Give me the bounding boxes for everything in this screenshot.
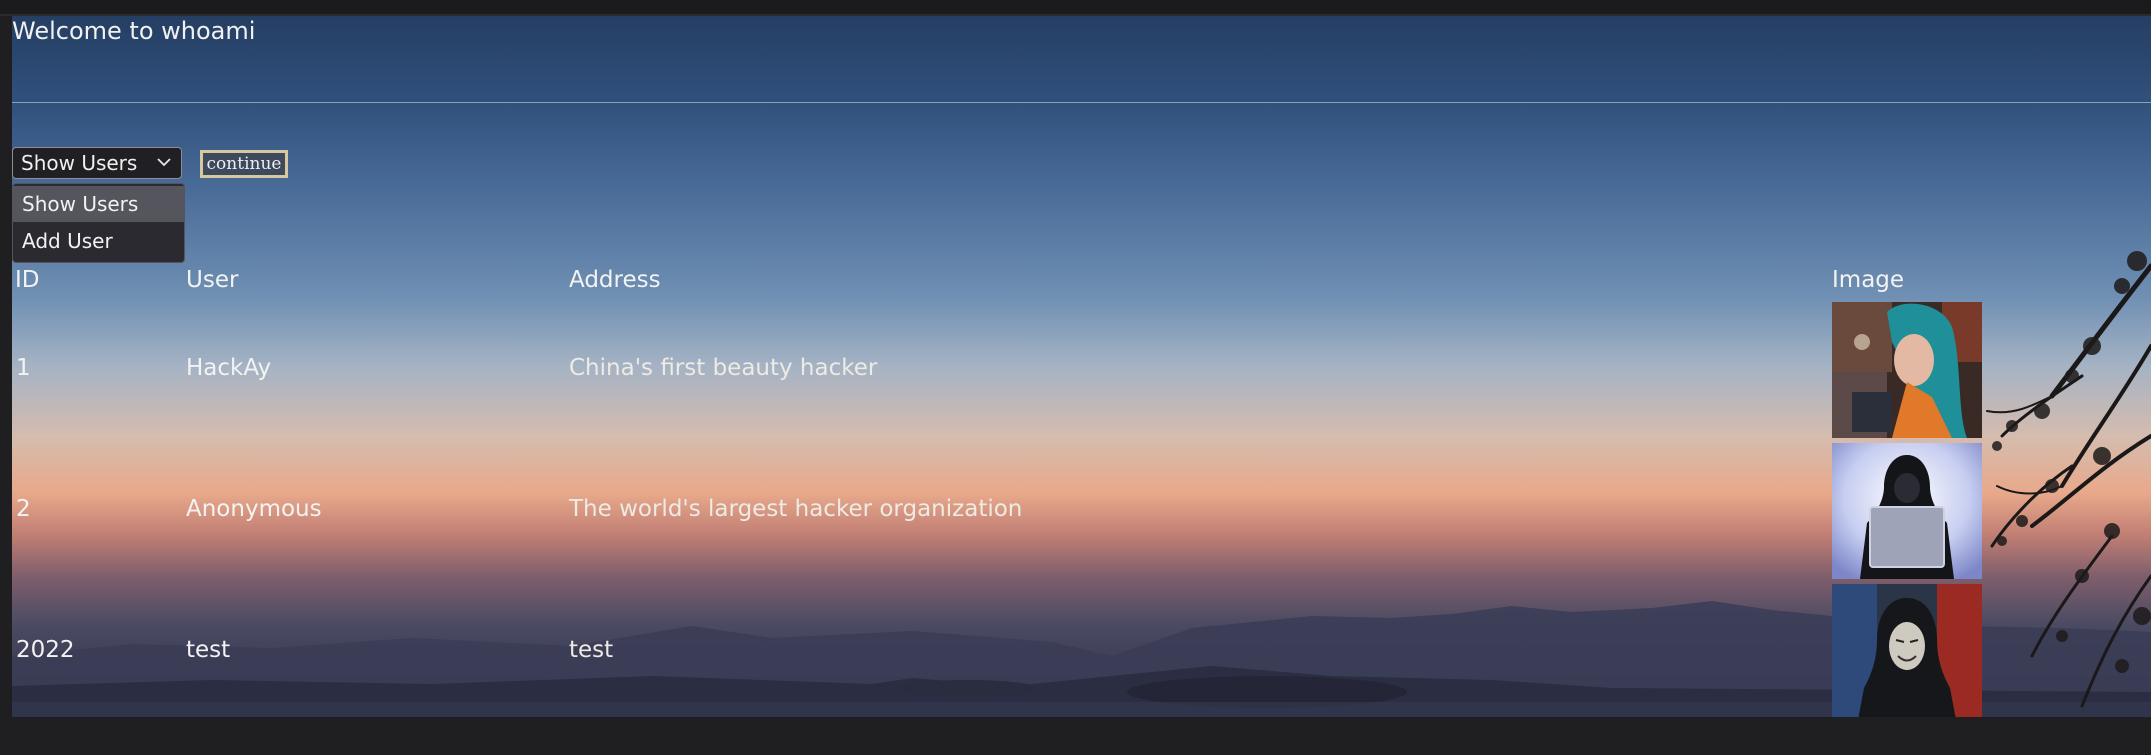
- row-2-id: 2: [16, 496, 31, 522]
- row-1-id: 1: [16, 355, 31, 381]
- row-3-id: 2022: [16, 637, 75, 663]
- row-1-image: [1832, 302, 1982, 438]
- action-select[interactable]: Show Users: [12, 147, 182, 179]
- background-scenery: [12, 251, 2151, 717]
- row-2-address: The world's largest hacker organization: [569, 496, 1023, 522]
- option-show-users[interactable]: Show Users: [13, 186, 184, 222]
- browser-bottom-bar: [0, 717, 2151, 755]
- page-viewport: Welcome to whoami Show Users continue Sh…: [12, 16, 2151, 717]
- row-3-user: test: [186, 637, 231, 663]
- select-value: Show Users: [21, 151, 138, 175]
- option-add-user[interactable]: Add User: [13, 223, 184, 259]
- header-image: Image: [1832, 267, 1905, 293]
- row-3-address: test: [569, 637, 614, 663]
- select-dropdown-list: Show Users Add User: [12, 183, 185, 263]
- row-1-user: HackAy: [186, 355, 272, 381]
- header-user: User: [186, 267, 239, 293]
- header-address: Address: [569, 267, 661, 293]
- row-2-image: [1832, 443, 1982, 579]
- page-title: Welcome to whoami: [12, 17, 256, 45]
- chevron-down-icon: [157, 158, 171, 167]
- row-2-user: Anonymous: [186, 496, 322, 522]
- continue-button[interactable]: continue: [200, 150, 288, 178]
- browser-top-bar: [0, 0, 2151, 16]
- horizontal-divider: [12, 102, 2151, 103]
- header-id: ID: [15, 267, 40, 293]
- row-1-address: China's first beauty hacker: [569, 355, 878, 381]
- row-3-image: [1832, 584, 1982, 717]
